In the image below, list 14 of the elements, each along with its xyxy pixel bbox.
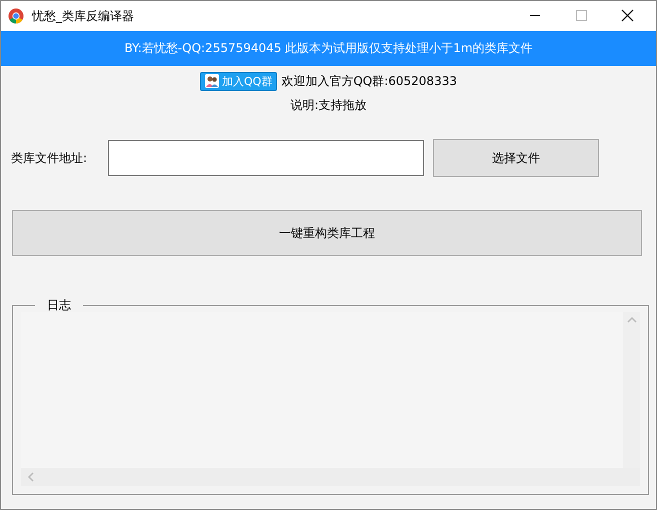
app-icon [8, 8, 24, 24]
banner-text: BY:若忧愁-QQ:2557594045 此版本为试用版仅支持处理小于1m的类库文件 [124, 40, 533, 57]
scroll-up-icon[interactable] [626, 316, 636, 324]
choose-file-button[interactable]: 选择文件 [433, 139, 599, 177]
scroll-left-icon[interactable] [27, 472, 35, 482]
window-title: 忧愁_类库反编译器 [32, 8, 135, 24]
people-icon [205, 74, 219, 88]
rebuild-button[interactable]: 一键重构类库工程 [12, 210, 642, 256]
note-text: 说明:支持拖放 [290, 98, 367, 112]
file-path-field[interactable] [108, 140, 424, 176]
vertical-scrollbar[interactable] [623, 312, 640, 468]
horizontal-scrollbar[interactable] [21, 468, 640, 486]
group-info-text: 欢迎加入官方QQ群:605208333 [281, 72, 457, 90]
field-label: 类库文件地址: [11, 150, 88, 166]
